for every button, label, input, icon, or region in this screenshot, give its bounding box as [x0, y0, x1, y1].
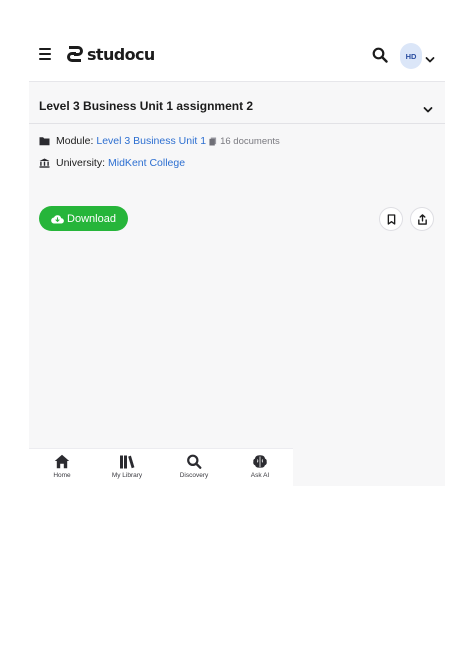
- top-header: studocu HD: [29, 28, 445, 82]
- document-title-row[interactable]: Level 3 Business Unit 1 assignment 2: [29, 82, 445, 124]
- chevron-down-icon[interactable]: [425, 51, 435, 63]
- hamburger-menu-icon[interactable]: [39, 48, 53, 61]
- download-label: Download: [67, 212, 116, 225]
- brain-icon: [253, 455, 267, 468]
- university-link[interactable]: MidKent College: [108, 157, 185, 169]
- share-icon: [417, 213, 427, 225]
- nav-item-my-library[interactable]: My Library: [102, 454, 152, 479]
- module-doc-count: 16 documents: [209, 136, 280, 147]
- nav-label: Home: [53, 472, 71, 479]
- module-doc-count-text: 16 documents: [220, 135, 280, 147]
- library-icon: [120, 455, 135, 469]
- chevron-down-icon[interactable]: [423, 101, 433, 113]
- user-avatar[interactable]: HD: [400, 43, 422, 69]
- bottom-navigation: Home My Library Discovery Ask AI: [29, 448, 293, 486]
- document-title: Level 3 Business Unit 1 assignment 2: [39, 99, 254, 113]
- nav-label: Discovery: [179, 472, 209, 479]
- studocu-logo-icon: [67, 46, 83, 62]
- home-icon: [54, 454, 70, 469]
- documents-icon: [209, 137, 217, 145]
- nav-item-home[interactable]: Home: [37, 454, 87, 479]
- save-bookmark-button[interactable]: [379, 207, 403, 231]
- university-row: University: MidKent College: [39, 157, 185, 169]
- university-label: University:: [56, 157, 106, 169]
- module-link[interactable]: Level 3 Business Unit 1: [96, 135, 206, 147]
- share-button[interactable]: [410, 207, 434, 231]
- download-button[interactable]: Download: [39, 206, 128, 231]
- nav-item-discovery[interactable]: Discovery: [169, 454, 219, 479]
- document-info-card: Level 3 Business Unit 1 assignment 2 Mod…: [29, 82, 445, 231]
- cloud-download-icon: [51, 214, 64, 224]
- module-row: Module: Level 3 Business Unit 1 16 docum…: [39, 135, 280, 147]
- search-icon: [187, 454, 202, 469]
- search-icon[interactable]: [372, 47, 388, 63]
- module-label: Module:: [56, 135, 94, 147]
- nav-item-ask-ai[interactable]: Ask AI: [235, 454, 285, 479]
- bookmark-icon: [387, 213, 395, 225]
- nav-label: My Library: [111, 472, 143, 479]
- folder-icon: [39, 137, 50, 146]
- logo-text: studocu: [87, 44, 155, 64]
- nav-label: Ask AI: [250, 472, 270, 479]
- university-icon: [39, 158, 50, 168]
- studocu-logo[interactable]: studocu: [65, 44, 155, 64]
- app-frame: studocu HD Level 3 Business Unit 1 assig…: [29, 28, 445, 486]
